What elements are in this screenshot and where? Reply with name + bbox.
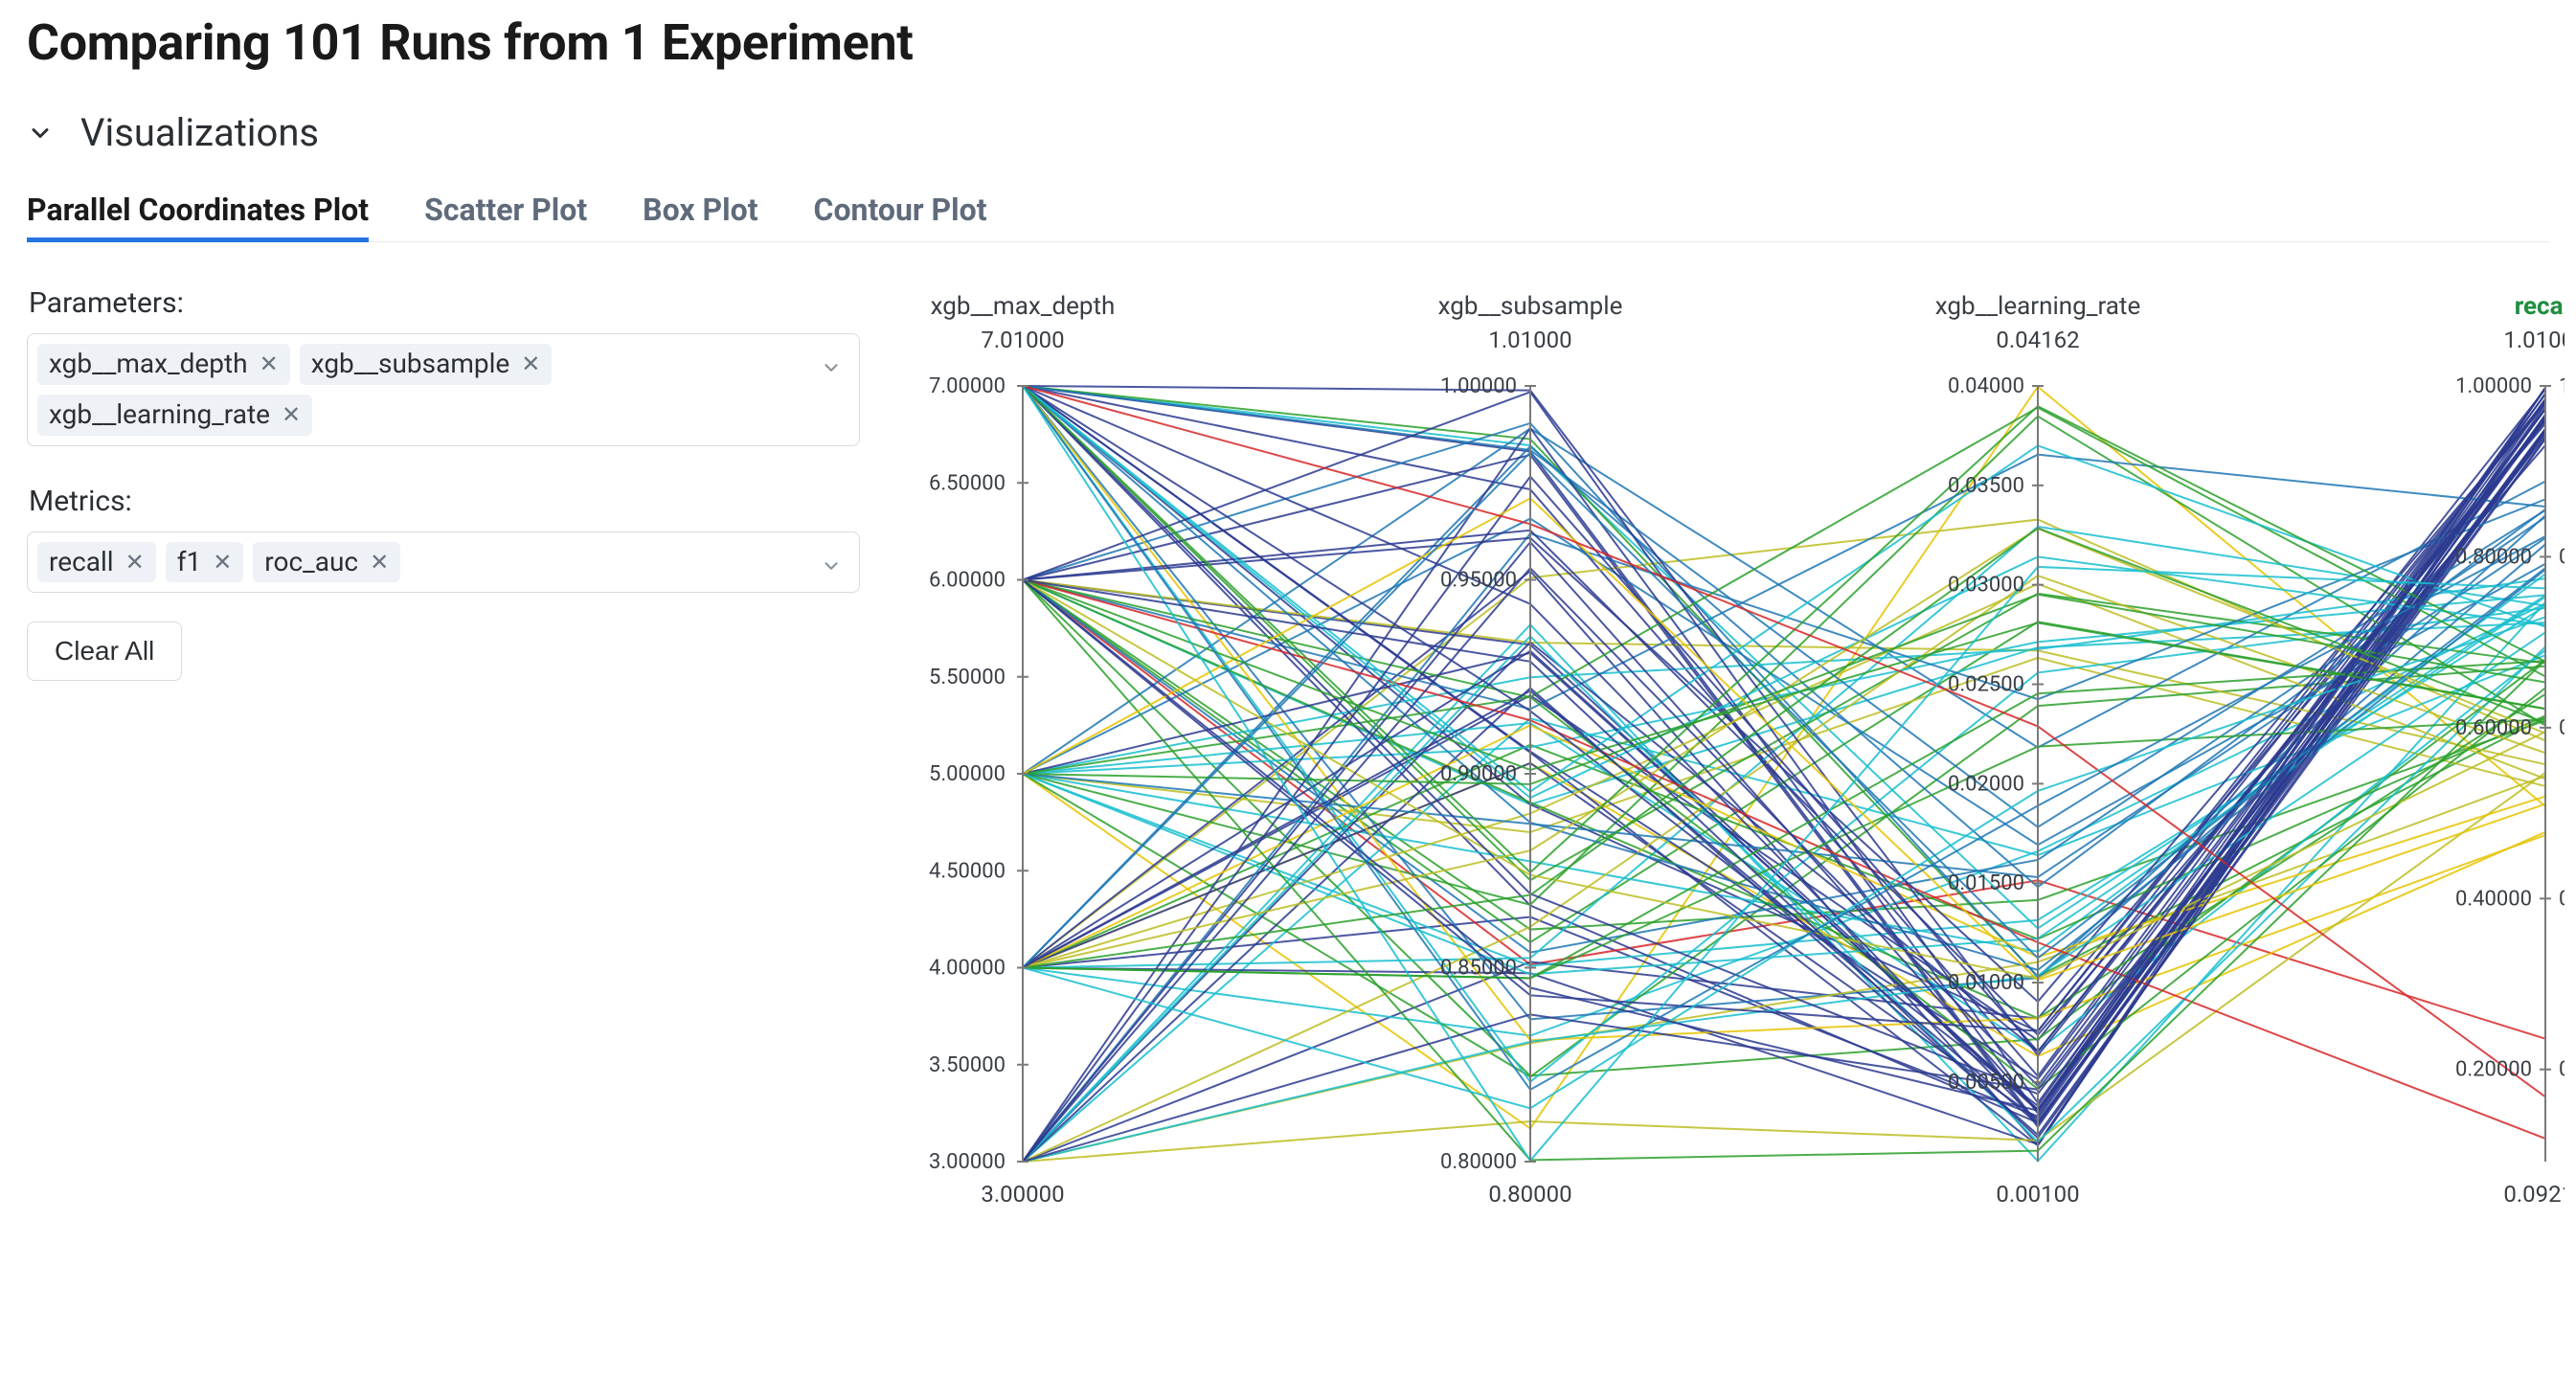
axis-range-top: 0.04162 [1996, 327, 2079, 353]
metrics-select[interactable]: recall ✕ f1 ✕ roc_auc ✕ [27, 531, 860, 594]
axis-tick-label: 0.20000 [2559, 1058, 2565, 1082]
axis-range-top: 1.01000 [1488, 327, 1571, 353]
metric-tag: roc_auc ✕ [253, 542, 400, 583]
axis-tick-label: 3.50000 [929, 1053, 1006, 1077]
axis-tick-label: 4.50000 [929, 859, 1006, 883]
axis-title: xgb__subsample [1438, 292, 1623, 321]
axis-tick-label: 0.60000 [2559, 716, 2565, 740]
axis-tick-label: 1.00000 [2559, 374, 2565, 398]
chevron-down-icon [821, 555, 842, 580]
tab-box-plot[interactable]: Box Plot [643, 192, 757, 241]
axis-tick-label: 0.80000 [1440, 1150, 1517, 1174]
tag-label: xgb__max_depth [49, 350, 248, 379]
remove-tag-icon[interactable]: ✕ [258, 352, 279, 375]
tag-label: xgb__learning_rate [49, 400, 270, 430]
axis-tick-label: 0.90000 [1440, 762, 1517, 786]
metric-tag: f1 ✕ [166, 542, 244, 583]
axis-range-bottom: 0.80000 [1488, 1181, 1571, 1208]
parallel-coordinates-plot[interactable]: xgb__max_depth 7.01000 3.00000 7.00000 6.500… [898, 281, 2565, 1219]
parameters-select[interactable]: xgb__max_depth✕xgb__subsample✕xgb__learn… [27, 333, 860, 446]
axis-tick-label: 0.02500 [1948, 673, 2024, 697]
axis-tick-label: 0.01000 [1948, 971, 2024, 995]
axis-tick-label: 3.00000 [929, 1150, 1006, 1174]
axis-tick-label: 0.02000 [1948, 772, 2024, 796]
axis-tick-label: 0.03000 [1948, 574, 2024, 598]
section-title: Visualizations [80, 110, 319, 155]
clear-all-button[interactable]: Clear All [27, 622, 182, 681]
axis-tick-label: 6.50000 [929, 471, 1006, 495]
axis-range-bottom: 0.09211 [2503, 1181, 2565, 1208]
axis-tick-label: 0.85000 [1440, 957, 1517, 981]
tab-parallel-coordinates-plot[interactable]: Parallel Coordinates Plot [27, 192, 369, 241]
page-title: Comparing 101 Runs from 1 Experiment [27, 13, 2549, 72]
remove-tag-icon[interactable]: ✕ [519, 352, 540, 375]
axis-tick-label: 0.03500 [1948, 474, 2024, 498]
axis-tick-label: 0.80000 [2559, 545, 2565, 569]
axis-tick-label: 0.01500 [1948, 871, 2024, 895]
axis-tick-label: 4.00000 [929, 957, 1006, 981]
parallel-lines [1023, 386, 2545, 1162]
remove-tag-icon[interactable]: ✕ [280, 403, 301, 426]
axis-tick-label: 0.04000 [1948, 374, 2024, 398]
axis-tick-label: 7.00000 [929, 374, 1006, 398]
axis-tick-label: 1.00000 [2455, 374, 2532, 398]
metrics-label: Metrics: [29, 485, 860, 518]
parameter-tag: xgb__learning_rate ✕ [37, 395, 312, 436]
axis-range-bottom: 0.00100 [1996, 1181, 2079, 1208]
remove-tag-icon[interactable]: ✕ [124, 551, 145, 574]
axis-tick-label: 1.00000 [1440, 374, 1517, 398]
tag-label: recall [49, 548, 114, 577]
axis-tick-label: 0.00500 [1948, 1071, 2024, 1095]
tag-label: xgb__subsample [311, 350, 510, 379]
axis-tick-label: 0.60000 [2455, 716, 2532, 740]
axis-tick-label: 0.95000 [1440, 569, 1517, 593]
tabs: Parallel Coordinates Plot Scatter Plot B… [27, 192, 2549, 242]
tab-contour-plot[interactable]: Contour Plot [814, 192, 987, 241]
tag-label: roc_auc [264, 548, 358, 577]
axis-title: xgb__max_depth [931, 292, 1116, 321]
axis-tick-label: 0.80000 [2455, 545, 2532, 569]
section-visualizations-toggle[interactable]: Visualizations [27, 110, 2549, 155]
axis-tick-label: 0.20000 [2455, 1058, 2532, 1082]
controls-panel: Parameters: xgb__max_depth✕xgb__subsampl… [27, 281, 860, 1219]
axis-tick-label: 0.40000 [2455, 887, 2532, 911]
axis-tick-label: 6.00000 [929, 569, 1006, 593]
parameter-tag: xgb__subsample ✕ [300, 344, 553, 385]
axis-tick-label: 0.40000 [2559, 887, 2565, 911]
axis-title: xgb__learning_rate [1935, 292, 2140, 321]
chevron-down-icon [821, 357, 842, 382]
remove-tag-icon[interactable]: ✕ [368, 551, 389, 574]
axis-tick-label: 5.00000 [929, 762, 1006, 786]
axis-range-top: 1.01000 [2503, 327, 2565, 353]
metric-tag: recall ✕ [37, 542, 156, 583]
parameters-label: Parameters: [29, 286, 860, 320]
axis-range-bottom: 3.00000 [981, 1181, 1064, 1208]
tag-label: f1 [177, 548, 201, 577]
axis-range-top: 7.01000 [981, 327, 1064, 353]
parameter-tag: xgb__max_depth ✕ [37, 344, 290, 385]
remove-tag-icon[interactable]: ✕ [211, 551, 232, 574]
tab-scatter-plot[interactable]: Scatter Plot [424, 192, 587, 241]
axis-title: recall [2515, 292, 2565, 321]
axis-tick-label: 5.50000 [929, 666, 1006, 690]
chevron-down-icon [27, 120, 54, 147]
